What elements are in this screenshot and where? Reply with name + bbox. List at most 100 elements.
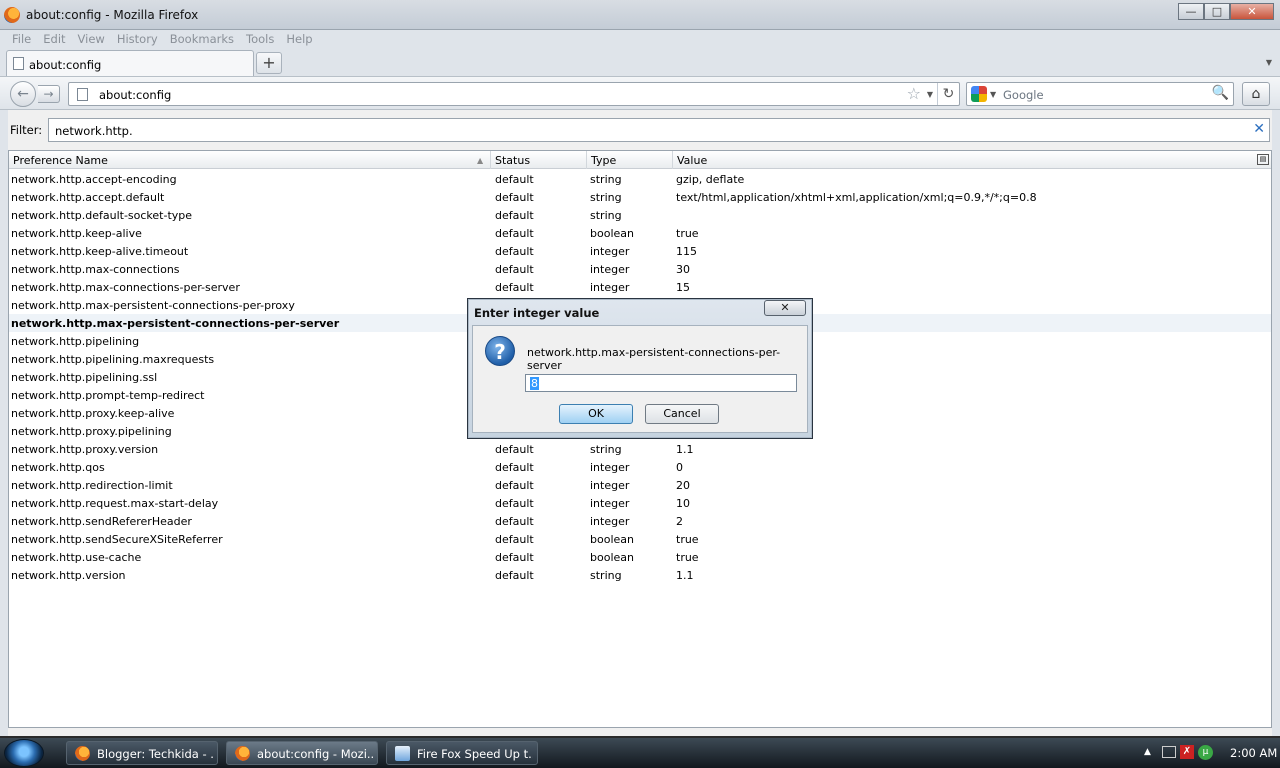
close-window-button[interactable]: ✕ [1230, 3, 1274, 20]
integer-value: 8 [530, 377, 539, 390]
search-bar[interactable]: ▼ Google 🔍 [966, 82, 1234, 106]
clock[interactable]: 2:00 AM [1230, 746, 1277, 760]
menu-history[interactable]: History [111, 30, 164, 48]
utorrent-icon[interactable]: µ [1198, 745, 1213, 760]
page-icon [13, 57, 24, 70]
table-row[interactable]: network.http.keep-alive default boolean tru… [9, 224, 1271, 242]
dialog-close-button[interactable]: ✕ [764, 300, 806, 316]
column-picker-icon[interactable]: ▤ [1257, 154, 1269, 165]
table-row[interactable]: network.http.keep-alive.timeout default in… [9, 242, 1271, 260]
taskbar-item-document[interactable]: Fire Fox Speed Up t... [386, 741, 538, 765]
page-icon [77, 88, 88, 101]
filter-input[interactable]: network.http. ✕ [48, 118, 1270, 142]
column-header-status[interactable]: Status [491, 151, 587, 169]
cell-value: 1.1 [676, 569, 694, 582]
cell-type: boolean [590, 533, 634, 546]
home-button[interactable]: ⌂ [1242, 82, 1270, 106]
cancel-button[interactable]: Cancel [645, 404, 719, 424]
cell-value: 1.1 [676, 443, 694, 456]
cell-name: network.http.sendSecureXSiteReferrer [11, 533, 223, 546]
search-icon[interactable]: 🔍 [1212, 85, 1229, 101]
maximize-button[interactable]: □ [1204, 3, 1230, 20]
cell-value: text/html,application/xhtml+xml,applicat… [676, 191, 1037, 204]
menu-tools[interactable]: Tools [240, 30, 280, 48]
cell-name: network.http.max-persistent-connections-… [11, 299, 295, 312]
cell-value: 20 [676, 479, 690, 492]
column-header-value[interactable]: Value [673, 151, 1259, 169]
new-tab-button[interactable]: + [256, 52, 282, 74]
column-header-type[interactable]: Type [587, 151, 673, 169]
chevron-down-icon[interactable]: ▼ [927, 90, 933, 99]
taskbar-item-about-config[interactable]: about:config - Mozi... [226, 741, 378, 765]
system-tray: ▲ ✗ µ 2:00 AM [1140, 738, 1280, 768]
search-input[interactable]: Google [1003, 88, 1044, 102]
cell-name: network.http.proxy.version [11, 443, 159, 456]
table-row[interactable]: network.http.accept.default default string… [9, 188, 1271, 206]
cell-status: default [495, 173, 534, 186]
cell-status: default [495, 227, 534, 240]
taskbar-item-label: about:config - Mozi... [257, 747, 373, 761]
menu-view[interactable]: View [72, 30, 111, 48]
cell-name: network.http.accept-encoding [11, 173, 177, 186]
url-bar[interactable]: about:config ☆ ▼ ↻ [68, 82, 960, 106]
integer-value-input[interactable]: 8 [525, 374, 797, 392]
title-bar: about:config - Mozilla Firefox — □ ✕ [0, 0, 1280, 30]
google-icon[interactable] [971, 86, 987, 102]
cell-name: network.http.max-persistent-connections-… [11, 317, 340, 330]
menu-edit[interactable]: Edit [37, 30, 71, 48]
table-row[interactable]: network.http.max-connections default integ… [9, 260, 1271, 278]
firefox-icon [235, 746, 250, 761]
clear-icon[interactable]: ✕ [1253, 121, 1265, 137]
cell-type: integer [590, 479, 630, 492]
minimize-button[interactable]: — [1178, 3, 1204, 20]
taskbar-item-blogger[interactable]: Blogger: Techkida - ... [66, 741, 218, 765]
network-icon[interactable] [1162, 746, 1176, 758]
menu-help[interactable]: Help [280, 30, 318, 48]
cell-name: network.http.pipelining.ssl [11, 371, 158, 384]
table-row[interactable]: network.http.version default string 1.1 [9, 566, 1271, 584]
table-row[interactable]: network.http.request.max-start-delay defa… [9, 494, 1271, 512]
taskbar-item-label: Blogger: Techkida - ... [97, 747, 213, 761]
chevron-down-icon[interactable]: ▼ [990, 90, 996, 99]
cell-name: network.http.keep-alive [11, 227, 142, 240]
dialog-title: Enter integer value [474, 306, 600, 320]
column-header-name[interactable]: Preference Name [9, 151, 491, 169]
url-text: about:config [99, 88, 172, 102]
tab-about-config[interactable]: about:config [6, 50, 254, 76]
star-icon[interactable]: ☆ [907, 84, 921, 103]
table-row[interactable]: network.http.max-connections-per-server d… [9, 278, 1271, 296]
navigation-bar: ← → about:config ☆ ▼ ↻ ▼ Google 🔍 ⌂ [0, 76, 1280, 110]
taskbar: Blogger: Techkida - ... about:config - M… [0, 738, 1280, 768]
forward-button[interactable]: → [38, 85, 60, 103]
cell-name: network.http.prompt-temp-redirect [11, 389, 205, 402]
cell-value: 2 [676, 515, 683, 528]
back-button[interactable]: ← [10, 81, 36, 107]
table-row[interactable]: network.http.use-cache default boolean true [9, 548, 1271, 566]
cell-status: default [495, 443, 534, 456]
table-row[interactable]: network.http.redirection-limit default int… [9, 476, 1271, 494]
menu-file[interactable]: File [6, 30, 37, 48]
ok-button[interactable]: OK [559, 404, 633, 424]
cell-status: default [495, 551, 534, 564]
reload-button[interactable]: ↻ [937, 83, 959, 105]
menu-bookmarks[interactable]: Bookmarks [164, 30, 240, 48]
filter-label: Filter: [10, 123, 43, 137]
preferences-table[interactable]: Preference Name ▲ Status Type Value ▤ ne… [8, 150, 1272, 728]
table-row[interactable]: network.http.sendRefererHeader default int… [9, 512, 1271, 530]
table-row[interactable]: network.http.sendSecureXSiteReferrer defa… [9, 530, 1271, 548]
document-icon [395, 746, 410, 761]
security-icon[interactable]: ✗ [1180, 745, 1194, 759]
table-row[interactable]: network.http.default-socket-type default s… [9, 206, 1271, 224]
table-header: Preference Name ▲ Status Type Value ▤ [9, 151, 1271, 169]
show-hidden-icons-icon[interactable]: ▲ [1144, 747, 1151, 757]
cell-value: gzip, deflate [676, 173, 745, 186]
cell-value: 10 [676, 497, 690, 510]
table-row[interactable]: network.http.qos default integer 0 [9, 458, 1271, 476]
cell-name: network.http.proxy.pipelining [11, 425, 172, 438]
start-button[interactable] [4, 739, 44, 767]
cell-status: default [495, 461, 534, 474]
cell-name: network.http.proxy.keep-alive [11, 407, 175, 420]
table-row[interactable]: network.http.accept-encoding default strin… [9, 170, 1271, 188]
chevron-down-icon[interactable]: ▼ [1266, 58, 1272, 67]
table-row[interactable]: network.http.proxy.version default string 1… [9, 440, 1271, 458]
